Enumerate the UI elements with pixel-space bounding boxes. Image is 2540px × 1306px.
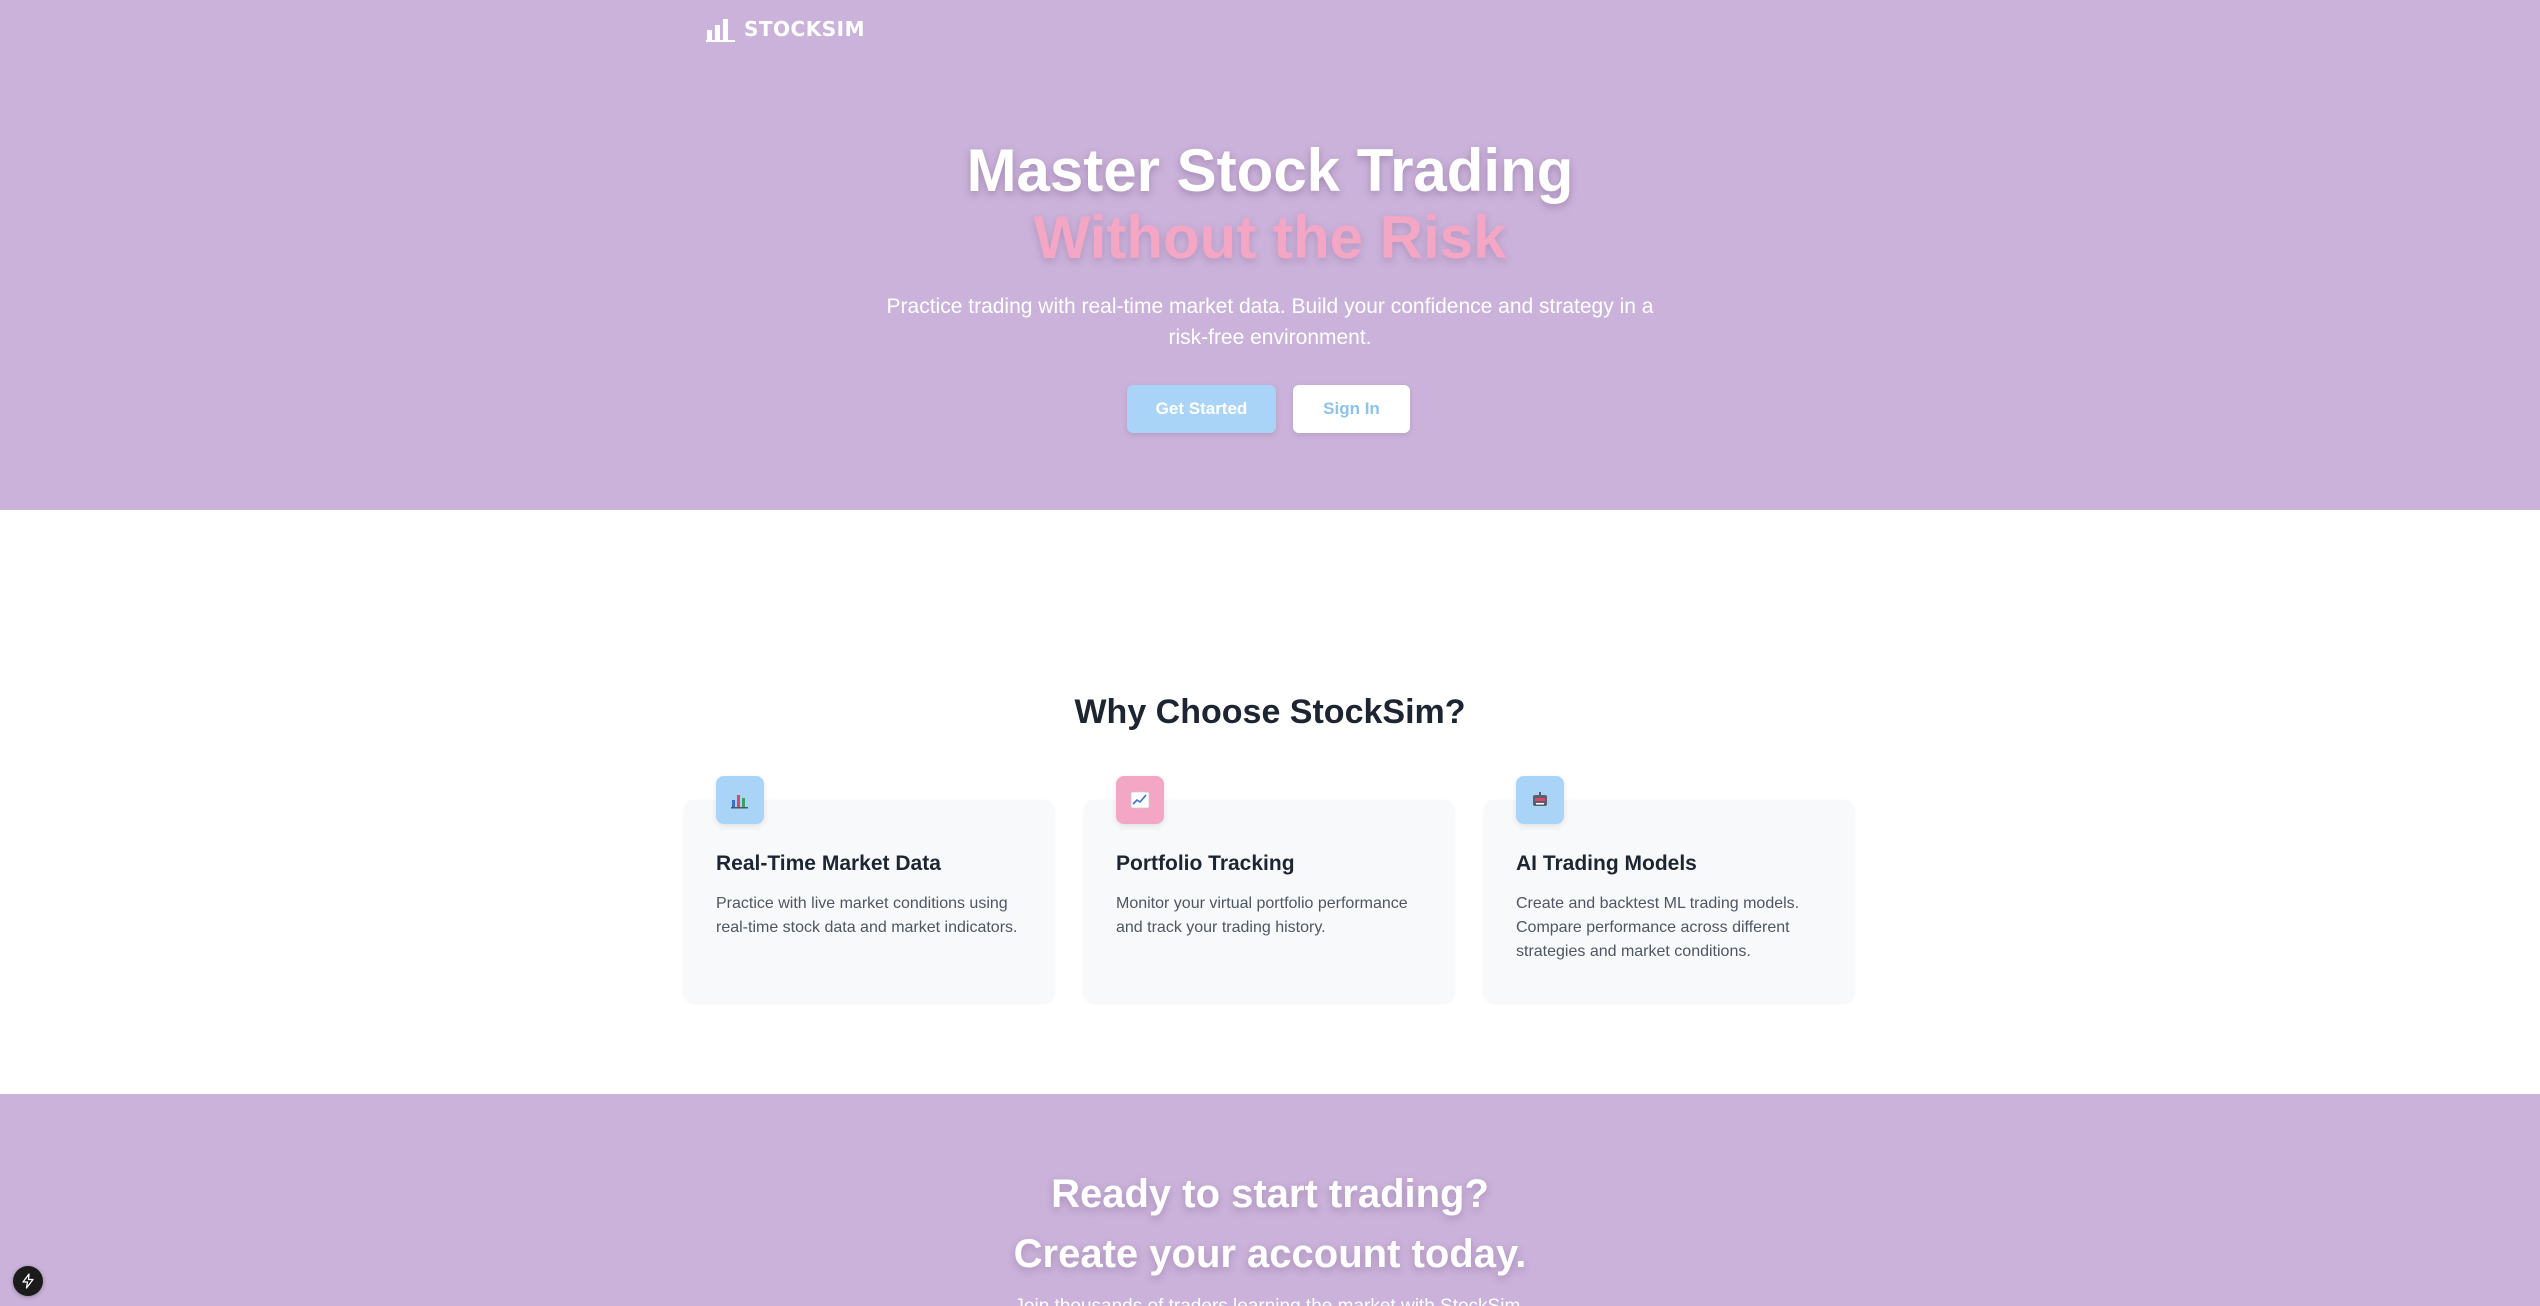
- feature-description: Practice with live market conditions usi…: [716, 895, 1018, 936]
- hero-section: STOCKSIM Master Stock Trading Without th…: [0, 0, 2540, 510]
- robot-icon: [1533, 792, 1547, 806]
- feature-icon-badge: [1516, 776, 1564, 824]
- navbar: STOCKSIM: [706, 16, 865, 42]
- brand-logo[interactable]: STOCKSIM: [706, 16, 865, 42]
- get-started-button[interactable]: Get Started: [1127, 385, 1276, 433]
- brand-name: STOCKSIM: [744, 17, 865, 41]
- feature-icon-badge: [716, 776, 764, 824]
- feature-title: AI Trading Models: [1516, 852, 1697, 875]
- hero-title: Master Stock Trading: [966, 137, 1574, 204]
- features-title: Why Choose StockSim?: [1074, 693, 1466, 731]
- trending-chart-icon: [1130, 791, 1150, 809]
- feature-title: Portfolio Tracking: [1116, 852, 1295, 875]
- feature-title: Real-Time Market Data: [716, 852, 941, 875]
- bar-chart-icon: [731, 795, 748, 809]
- feature-description: Monitor your virtual portfolio performan…: [1116, 895, 1408, 936]
- hero-title-accent: Without the Risk: [1033, 204, 1507, 271]
- cta-title: Ready to start trading? Create your acco…: [0, 1164, 2540, 1284]
- cta-title-line-1: Ready to start trading?: [1051, 1172, 1489, 1216]
- feature-card-market-data: Real-Time Market Data Practice with live…: [684, 776, 1054, 1002]
- feature-icon-badge: [1116, 776, 1164, 824]
- cta-title-line-2: Create your account today.: [1013, 1232, 1527, 1276]
- sign-in-button[interactable]: Sign In: [1293, 385, 1410, 433]
- dev-tools-badge[interactable]: [13, 1266, 43, 1296]
- feature-card-ai-models: AI Trading Models Create and backtest ML…: [1484, 776, 1854, 1002]
- hero-subtitle: Practice trading with real-time market d…: [886, 295, 1654, 349]
- feature-card-portfolio: Portfolio Tracking Monitor your virtual …: [1084, 776, 1454, 1002]
- hero-wave-divider: [0, 455, 2540, 501]
- cta-subtitle: Join thousands of traders learning the m…: [0, 1294, 2540, 1306]
- feature-description: Create and backtest ML trading models. C…: [1516, 895, 1800, 960]
- bar-chart-icon: [706, 19, 735, 42]
- lightning-icon: [22, 1273, 34, 1289]
- cta-section: Ready to start trading? Create your acco…: [0, 1094, 2540, 1306]
